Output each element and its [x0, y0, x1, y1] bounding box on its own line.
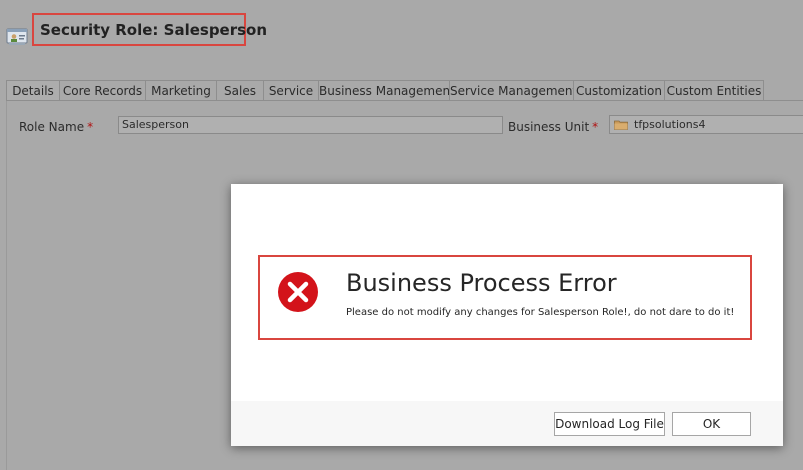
tab-custom-entities[interactable]: Custom Entities	[664, 80, 764, 101]
lookup-folder-icon	[614, 120, 628, 130]
role-name-input[interactable]: Salesperson	[118, 116, 503, 134]
business-unit-label: Business Unit *	[508, 120, 599, 134]
tab-customization[interactable]: Customization	[573, 80, 665, 101]
page-title: Security Role: Salesperson	[40, 21, 268, 39]
tab-details[interactable]: Details	[6, 80, 60, 101]
tab-bar: Details Core Records Marketing Sales Ser…	[6, 80, 764, 101]
business-unit-value: tfpsolutions4	[634, 118, 706, 131]
page-header: Security Role: Salesperson	[0, 0, 803, 80]
tab-sales[interactable]: Sales	[216, 80, 264, 101]
tab-service[interactable]: Service	[263, 80, 319, 101]
download-log-file-button[interactable]: Download Log File	[554, 412, 665, 436]
ok-button[interactable]: OK	[672, 412, 751, 436]
required-marker: *	[87, 120, 94, 134]
tab-marketing[interactable]: Marketing	[145, 80, 217, 101]
role-name-label: Role Name *	[19, 120, 94, 134]
security-role-icon	[6, 28, 28, 45]
page-title-highlight: Security Role: Salesperson	[32, 13, 267, 46]
error-highlight: Business Process Error Please do not mod…	[258, 255, 752, 340]
tab-core-records[interactable]: Core Records	[59, 80, 146, 101]
dialog-title: Business Process Error	[346, 269, 617, 297]
error-x-icon	[278, 272, 318, 312]
business-unit-lookup[interactable]: tfpsolutions4	[609, 115, 803, 134]
business-process-error-dialog: Business Process Error Please do not mod…	[231, 184, 783, 446]
dialog-message: Please do not modify any changes for Sal…	[346, 307, 735, 318]
tab-service-management[interactable]: Service Management	[449, 80, 577, 101]
tab-business-management[interactable]: Business Management	[318, 80, 455, 101]
required-marker: *	[592, 120, 599, 134]
